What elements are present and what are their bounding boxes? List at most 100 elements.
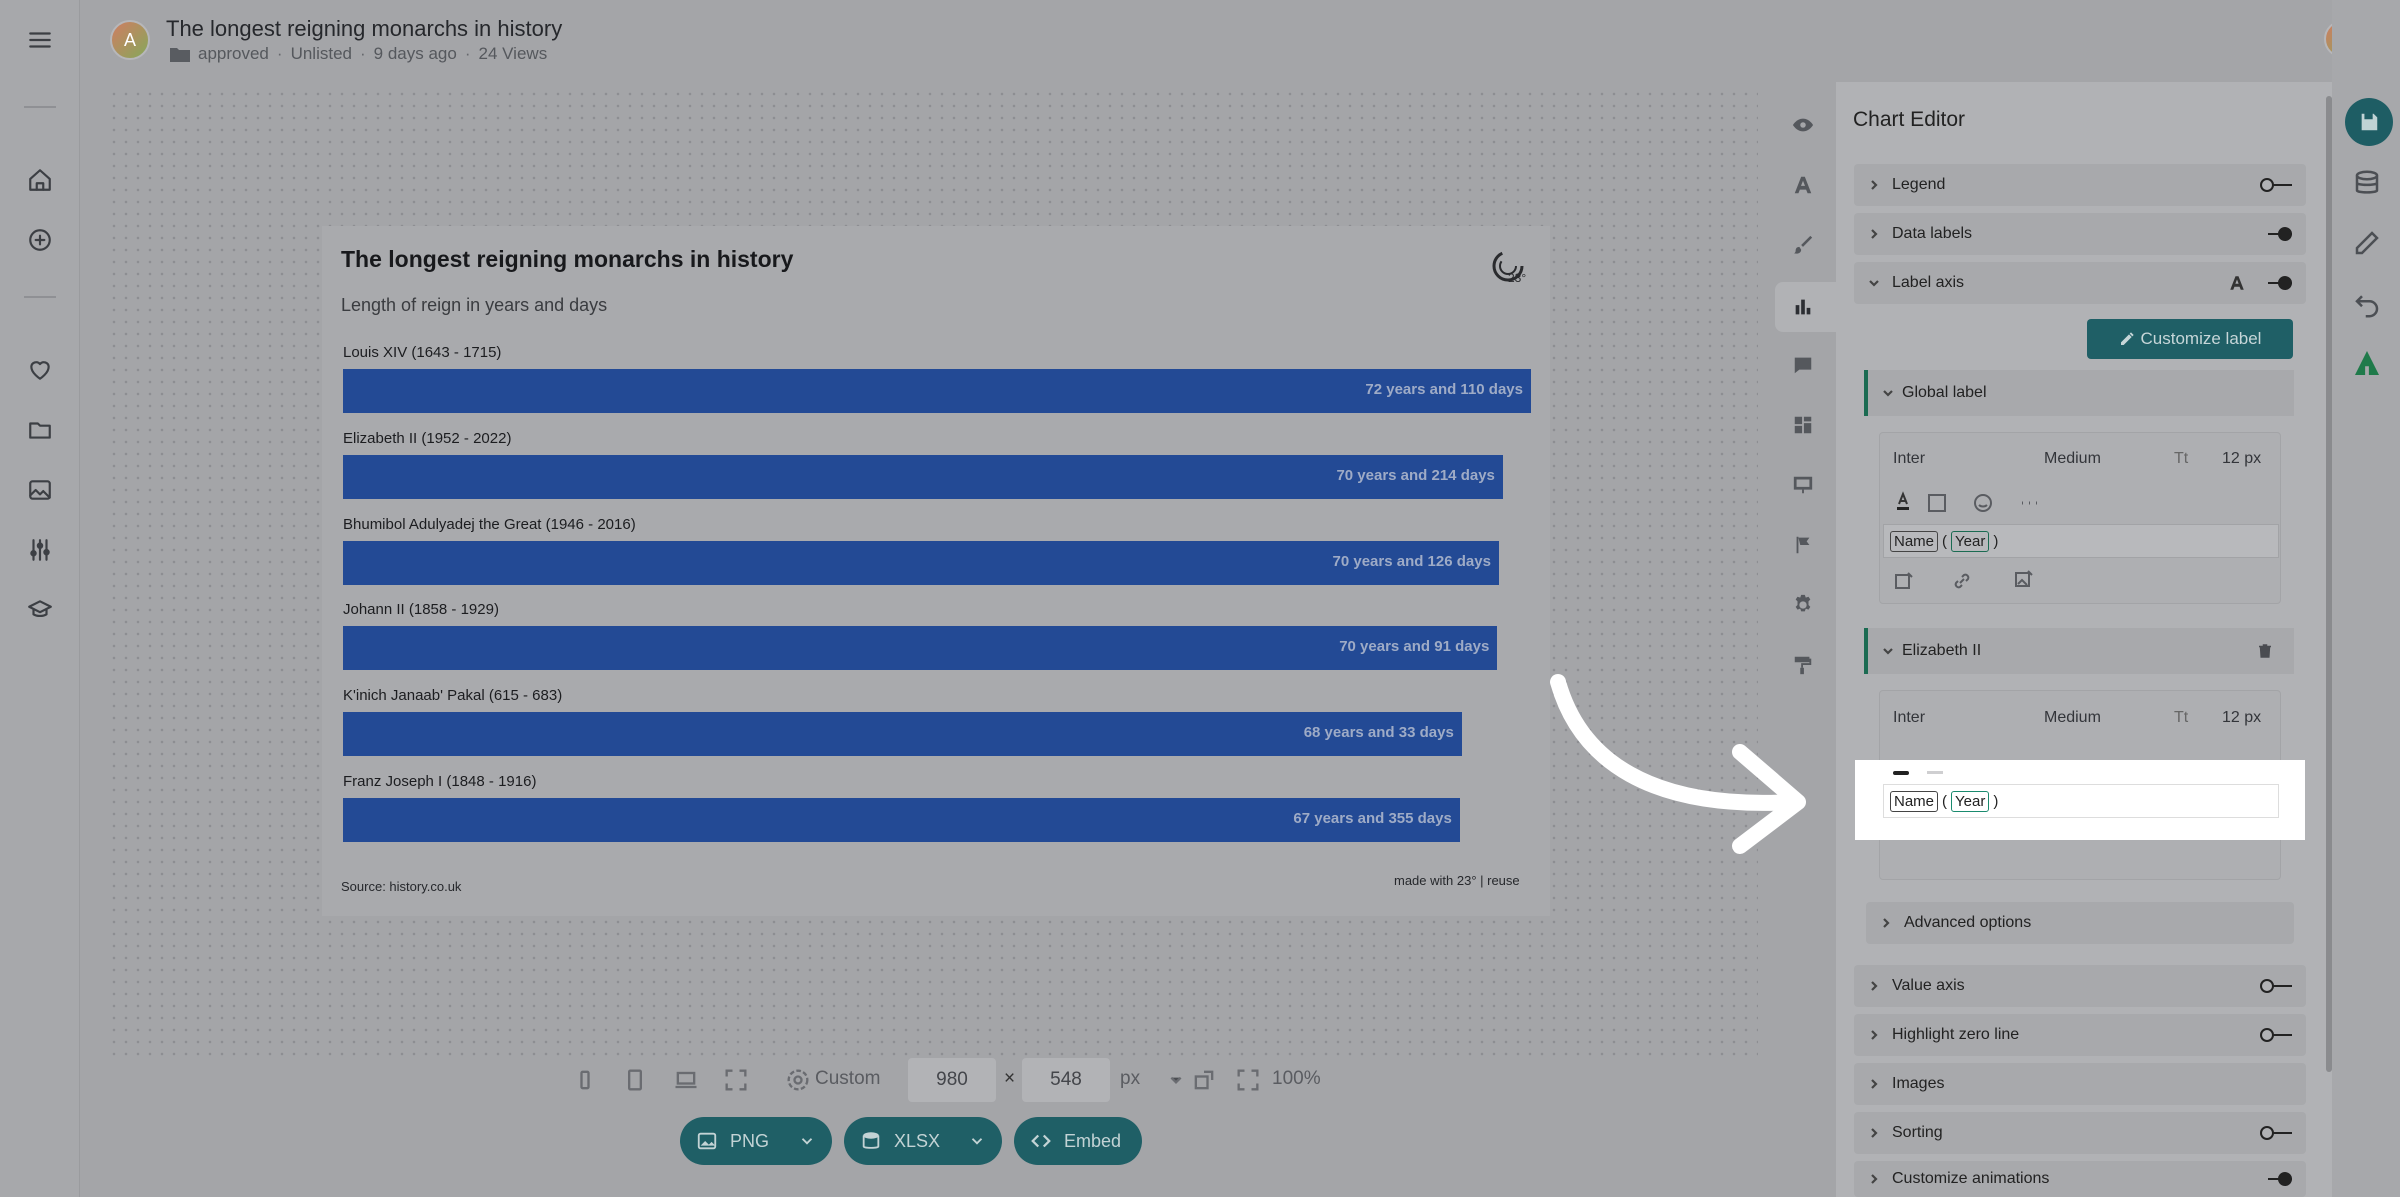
bar-data-label: 72 years and 110 days: [1365, 381, 1523, 398]
font-size-input[interactable]: 12 px: [2222, 709, 2261, 727]
bar-category-label: Louis XIV (1643 - 1715): [343, 344, 502, 361]
bar[interactable]: 70 years and 126 days: [343, 540, 1499, 585]
page-title[interactable]: The longest reigning monarchs in history: [166, 16, 562, 42]
caret-down-icon[interactable]: [1162, 1066, 1190, 1094]
comment-icon[interactable]: [1787, 349, 1819, 381]
section-images[interactable]: Images: [1854, 1063, 2306, 1105]
section-customize-animations[interactable]: Customize animations: [1854, 1161, 2306, 1197]
pencil-icon: [2120, 332, 2134, 345]
chevron-down-icon[interactable]: [968, 1132, 986, 1150]
sliders-icon[interactable]: [22, 532, 58, 568]
rail-divider: [24, 296, 56, 298]
export-png-button[interactable]: PNG: [680, 1117, 832, 1165]
year-token[interactable]: Year: [1951, 790, 1990, 812]
export-xlsx-button[interactable]: XLSX: [844, 1117, 1002, 1165]
emoji-icon[interactable]: [1972, 492, 1994, 514]
section-data-labels[interactable]: Data labels: [1854, 213, 2306, 255]
home-icon[interactable]: [22, 162, 58, 198]
insert-image-icon[interactable]: [2013, 568, 2035, 590]
project-avatar: A: [110, 20, 150, 60]
global-label-header[interactable]: Global label: [1864, 370, 2294, 416]
section-legend[interactable]: Legend: [1854, 164, 2306, 206]
sorting-toggle[interactable]: [2260, 1126, 2294, 1140]
laptop-size-icon[interactable]: [672, 1066, 700, 1094]
height-input[interactable]: 548: [1022, 1058, 1110, 1102]
flag-route-icon[interactable]: [1787, 529, 1819, 561]
lock-aspect-icon[interactable]: [1190, 1066, 1218, 1094]
bar[interactable]: 70 years and 91 days: [343, 626, 1498, 671]
customize-animations-toggle[interactable]: [2260, 1172, 2294, 1186]
brand-tree-icon[interactable]: [2352, 350, 2382, 380]
font-family-select[interactable]: Inter: [1893, 450, 1925, 468]
label-axis-toggle[interactable]: [2260, 276, 2294, 290]
highlight-zero-line-toggle[interactable]: [2260, 1028, 2294, 1042]
name-token[interactable]: Name: [1890, 790, 1939, 812]
legend-toggle[interactable]: [2260, 178, 2294, 192]
more-options-icon[interactable]: [2018, 492, 2040, 514]
elizabeth-label-expression-field[interactable]: Name ( Year ): [1883, 784, 2279, 818]
graduation-cap-icon[interactable]: [22, 592, 58, 628]
elizabeth-label-header[interactable]: Elizabeth II: [1864, 628, 2294, 674]
size-preset-label[interactable]: Custom: [815, 1068, 880, 1090]
add-circle-icon[interactable]: [22, 222, 58, 258]
eye-icon[interactable]: [1787, 109, 1819, 141]
heart-icon[interactable]: [22, 352, 58, 388]
fit-to-screen-icon[interactable]: [1234, 1066, 1262, 1094]
bar[interactable]: 70 years and 214 days: [343, 454, 1503, 499]
background-color-swatch: [1927, 771, 1943, 774]
font-weight-select[interactable]: Medium: [2044, 709, 2101, 727]
database-icon[interactable]: [2352, 168, 2382, 198]
bar[interactable]: 72 years and 110 days: [343, 369, 1531, 413]
image-icon[interactable]: [22, 472, 58, 508]
bar-data-label: 68 years and 33 days: [1303, 724, 1454, 742]
link-icon[interactable]: [1951, 570, 1973, 592]
section-value-axis[interactable]: Value axis: [1854, 965, 2306, 1007]
name-token[interactable]: Name: [1890, 530, 1939, 552]
customize-label-button[interactable]: Customize label: [2087, 319, 2293, 359]
bar[interactable]: 67 years and 355 days: [343, 798, 1460, 842]
chevron-right-icon: [1871, 1128, 1878, 1138]
database-icon: [862, 1132, 880, 1149]
section-highlight-zero-line[interactable]: Highlight zero line: [1854, 1014, 2306, 1056]
global-label-expression-field[interactable]: Name ( Year ): [1883, 524, 2279, 558]
text-icon[interactable]: [1787, 169, 1819, 201]
folder-name[interactable]: approved: [198, 44, 269, 64]
save-button[interactable]: [2345, 98, 2393, 146]
fullscreen-icon[interactable]: [722, 1066, 750, 1094]
presentation-icon[interactable]: [1787, 469, 1819, 501]
background-color-icon[interactable]: [1926, 492, 1948, 514]
gear-icon[interactable]: [1787, 589, 1819, 621]
value-axis-toggle[interactable]: [2260, 979, 2294, 993]
bar[interactable]: 68 years and 33 days: [343, 712, 1462, 757]
brush-icon[interactable]: [1787, 229, 1819, 261]
section-label-axis[interactable]: Label axis: [1854, 262, 2306, 304]
embed-button[interactable]: Embed: [1014, 1117, 1142, 1165]
data-labels-toggle[interactable]: [2260, 227, 2294, 241]
chevron-down-icon[interactable]: [798, 1132, 816, 1150]
width-input[interactable]: 980: [908, 1058, 996, 1102]
text-color-swatch: [1893, 771, 1909, 775]
tablet-size-icon[interactable]: [621, 1066, 649, 1094]
font-size-input[interactable]: 12 px: [2222, 450, 2261, 468]
section-sorting[interactable]: Sorting: [1854, 1112, 2306, 1154]
trash-icon[interactable]: [2256, 642, 2274, 660]
section-advanced-options[interactable]: Advanced options: [1866, 902, 2294, 944]
folder-icon[interactable]: [22, 412, 58, 448]
chart-credit[interactable]: made with 23° | reuse: [1394, 873, 1520, 888]
undo-icon[interactable]: [2352, 290, 2382, 320]
font-weight-select[interactable]: Medium: [2044, 450, 2101, 468]
layout-icon[interactable]: [1787, 409, 1819, 441]
year-token[interactable]: Year: [1951, 530, 1990, 552]
font-icon[interactable]: [2228, 274, 2246, 292]
pencil-icon[interactable]: [2352, 228, 2382, 258]
bar-chart-icon[interactable]: [1787, 291, 1819, 323]
mobile-size-icon[interactable]: [571, 1066, 599, 1094]
menu-icon[interactable]: [22, 22, 58, 58]
folder-icon: [170, 48, 190, 62]
font-family-select[interactable]: Inter: [1893, 709, 1925, 727]
unit-select[interactable]: px: [1120, 1068, 1140, 1090]
text-color-icon[interactable]: [1892, 490, 1914, 512]
zoom-level[interactable]: 100%: [1272, 1068, 1321, 1090]
paint-roller-icon[interactable]: [1787, 649, 1819, 681]
add-field-icon[interactable]: [1893, 570, 1915, 592]
